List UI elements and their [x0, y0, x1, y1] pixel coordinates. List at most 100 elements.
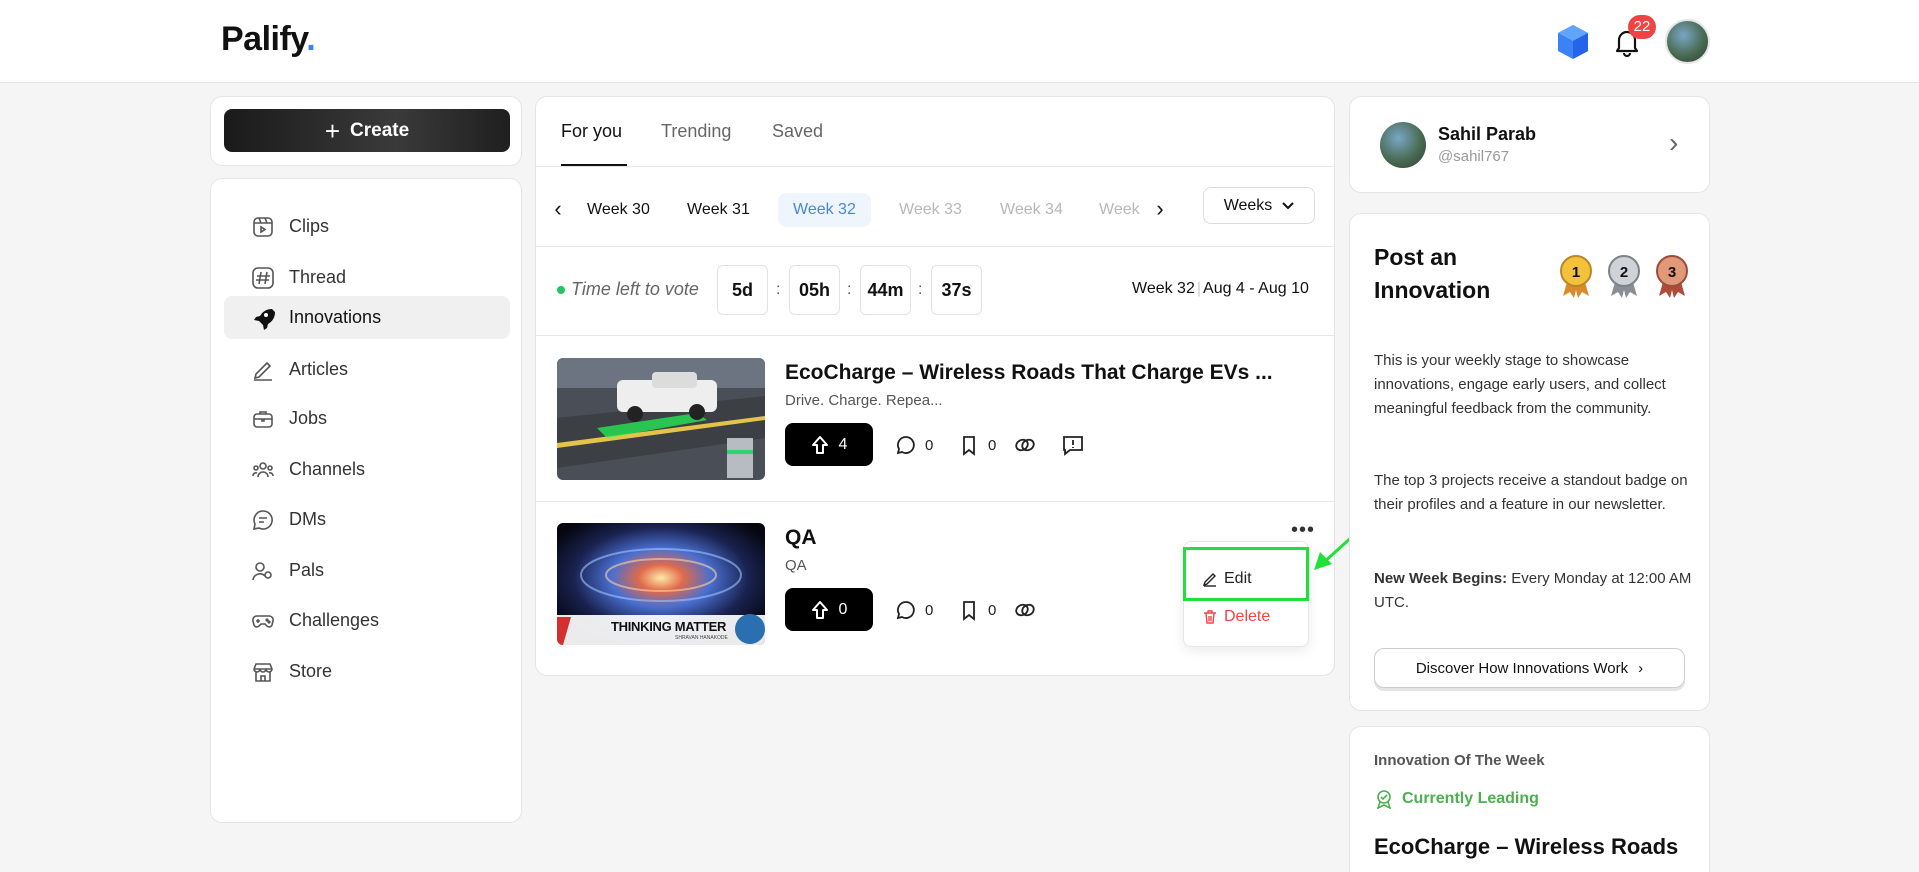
sidebar-item-dms[interactable]: DMs [224, 498, 510, 541]
bookmark-icon [963, 601, 975, 621]
week-item[interactable]: Week 31 [672, 193, 765, 227]
discover-button[interactable]: Discover How Innovations Work › [1374, 648, 1685, 688]
timer-seconds: 37s [931, 265, 982, 315]
post-subtitle: QA [785, 557, 807, 574]
chevron-right-icon[interactable]: › [1148, 195, 1172, 223]
timer-separator: : [847, 281, 852, 298]
sidebar-item-label: Pals [289, 560, 325, 580]
tab-trending[interactable]: Trending [661, 121, 731, 142]
post-thumbnail[interactable] [557, 358, 765, 480]
comment-count: 0 [925, 436, 934, 454]
profile-handle: @sahil767 [1438, 148, 1510, 165]
sidebar-item-articles[interactable]: Articles [224, 348, 510, 391]
weeks-dropdown[interactable]: Weeks [1203, 187, 1315, 224]
post-item[interactable]: EcoCharge – Wireless Roads That Charge E… [536, 337, 1334, 502]
gold-medal-icon: 1 [1560, 255, 1592, 298]
innovation-of-the-week-card: Innovation Of The Week Currently Leading… [1349, 726, 1710, 872]
otw-title[interactable]: EcoCharge – Wireless Roads [1374, 834, 1678, 860]
briefcase-icon [253, 410, 273, 428]
upvote-button[interactable]: 0 [785, 588, 873, 631]
clips-icon [253, 216, 273, 237]
logo[interactable]: Palify. [221, 20, 316, 59]
save-button[interactable]: 0 [958, 434, 996, 456]
comment-count: 0 [925, 601, 934, 619]
delete-menu-item[interactable]: Delete [1202, 608, 1270, 626]
chevron-down-icon [1282, 201, 1295, 209]
gamepad-icon [252, 614, 274, 628]
timer-days: 5d [717, 265, 768, 315]
week-item[interactable]: Week 34 [985, 193, 1078, 227]
medal-rank: 3 [1668, 264, 1676, 281]
thumbnail-subcaption: SHRAVAN HANAKODE [675, 635, 728, 641]
save-count: 0 [988, 601, 997, 619]
week-item[interactable]: Week 33 [884, 193, 977, 227]
innovation-badge-info: The top 3 projects receive a standout ba… [1374, 472, 1688, 513]
link-icon[interactable] [1013, 598, 1037, 622]
sidebar-item-clips[interactable]: Clips [224, 205, 510, 248]
notification-badge: 22 [1628, 15, 1656, 39]
week-item-selected[interactable]: Week 32 [778, 193, 871, 227]
create-label: Create [350, 119, 410, 141]
post-title[interactable]: EcoCharge – Wireless Roads That Charge E… [785, 361, 1273, 385]
comment-icon [896, 601, 915, 620]
upvote-count: 0 [838, 600, 848, 618]
gem-icon[interactable] [1557, 24, 1589, 60]
profile-card[interactable]: Sahil Parab @sahil767 › [1349, 96, 1710, 193]
post-innovation-card: Post an Innovation 1 2 3 This is your we… [1349, 213, 1710, 711]
chevron-right-icon: › [1638, 659, 1644, 677]
currently-leading: Currently Leading [1374, 789, 1539, 809]
sidebar-item-innovations[interactable]: Innovations [224, 296, 510, 339]
sidebar-item-store[interactable]: Store [224, 650, 510, 693]
sidebar-item-challenges[interactable]: Challenges [224, 599, 510, 642]
post-title[interactable]: QA [785, 526, 817, 550]
sidebar-item-label: Clips [289, 216, 330, 236]
pals-icon [252, 561, 272, 580]
trash-icon [1204, 610, 1216, 624]
arrow-up-icon [811, 600, 828, 619]
timer-hours: 05h [789, 265, 840, 315]
hash-icon [252, 266, 274, 289]
live-dot [557, 286, 565, 294]
tab-saved[interactable]: Saved [772, 121, 823, 142]
avatar [1380, 122, 1426, 168]
avatar[interactable] [1665, 19, 1710, 64]
highlight-box [1183, 547, 1309, 601]
week-range: Week 32 | Aug 4 - Aug 10 [1132, 280, 1309, 297]
rocket-icon [254, 308, 275, 330]
comment-button[interactable]: 0 [895, 599, 933, 621]
sidebar-item-pals[interactable]: Pals [224, 549, 510, 592]
innovation-schedule: New Week Begins: Every Monday at 12:00 A… [1374, 570, 1692, 611]
award-icon [1376, 790, 1392, 809]
upvote-button[interactable]: 4 [785, 423, 873, 466]
chevron-left-icon[interactable]: ‹ [546, 195, 570, 223]
timer-separator: : [918, 281, 923, 298]
chevron-right-icon: › [1669, 127, 1679, 158]
plus-icon: + [324, 115, 341, 146]
sidebar-item-channels[interactable]: Channels [224, 448, 510, 491]
chat-icon [252, 509, 273, 530]
link-icon[interactable] [1013, 433, 1037, 457]
timer-separator: : [776, 281, 781, 298]
save-button[interactable]: 0 [958, 599, 996, 621]
post-thumbnail[interactable]: THINKING MATTER SHRAVAN HANAKODE [557, 523, 765, 645]
save-count: 0 [988, 436, 997, 454]
sidebar-item-label: Thread [289, 267, 347, 287]
weeks-dropdown-label: Weeks [1223, 196, 1273, 214]
sidebar-item-label: Innovations [289, 307, 382, 327]
comment-button[interactable]: 0 [895, 434, 933, 456]
tab-underline [561, 164, 627, 166]
bronze-medal-icon: 3 [1656, 255, 1688, 298]
otw-label: Innovation Of The Week [1374, 752, 1545, 769]
top-bar: Palify. 22 [0, 0, 1919, 83]
week-item[interactable]: Week 30 [572, 193, 665, 227]
timer-minutes: 44m [860, 265, 911, 315]
sidebar-item-label: Challenges [289, 610, 380, 630]
sidebar-item-jobs[interactable]: Jobs [224, 397, 510, 440]
innovation-panel-title: Post an Innovation [1374, 244, 1491, 303]
upvote-count: 4 [838, 435, 848, 453]
tab-for-you[interactable]: For you [561, 121, 622, 142]
create-button[interactable]: + Create [224, 109, 510, 152]
week-item[interactable]: Week [1084, 193, 1155, 227]
sidebar-item-thread[interactable]: Thread [224, 256, 510, 299]
report-icon[interactable] [1061, 433, 1085, 457]
